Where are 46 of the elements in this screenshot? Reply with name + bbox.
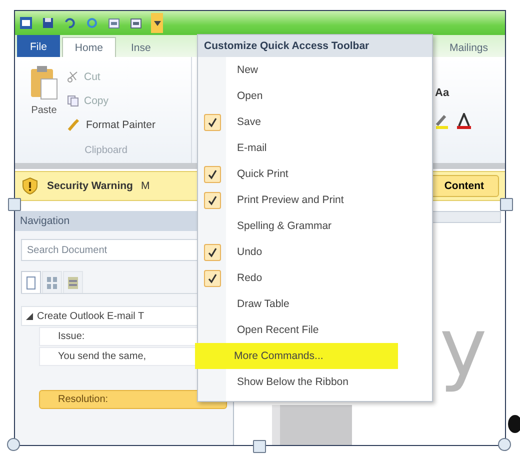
copy-icon (67, 95, 79, 107)
quick-print-icon[interactable] (129, 16, 143, 30)
document-text: y (440, 301, 487, 394)
menu-item[interactable]: More Commands... (195, 343, 398, 369)
font-size-button[interactable]: Aa (435, 87, 450, 99)
format-painter-button[interactable]: Format Painter (67, 113, 191, 137)
menu-item[interactable]: Open (198, 83, 432, 109)
menu-item[interactable]: Quick Print (198, 161, 432, 187)
ribbon-tab[interactable]: Mailings (436, 37, 501, 57)
caret-icon (154, 20, 160, 26)
save-icon[interactable] (41, 16, 55, 30)
resize-handle[interactable] (253, 440, 266, 453)
print-preview-icon[interactable] (107, 16, 121, 30)
undo-icon[interactable] (63, 16, 77, 30)
clipboard-icon (29, 65, 59, 101)
resize-handle[interactable] (498, 438, 511, 451)
scissors-icon (67, 71, 79, 83)
menu-item[interactable]: Save (198, 109, 432, 135)
collapse-triangle-icon (26, 312, 33, 320)
menu-item[interactable]: Redo (198, 265, 432, 291)
ribbon-tab[interactable]: Inse (118, 37, 164, 57)
menu-title: Customize Quick Access Toolbar (198, 35, 432, 57)
view-tab[interactable] (21, 271, 41, 293)
word-logo-icon[interactable] (19, 16, 33, 30)
dot-mark (508, 415, 520, 433)
menu-item[interactable]: New (198, 57, 432, 83)
grid-icon (46, 276, 58, 290)
view-tab[interactable] (63, 271, 83, 293)
redo-icon[interactable] (85, 16, 99, 30)
page-icon (25, 276, 37, 290)
resize-handle[interactable] (8, 198, 21, 211)
paintbrush-icon (67, 118, 81, 132)
group-label: Clipboard (84, 144, 128, 156)
menu-item[interactable]: Print Preview and Print (198, 187, 432, 213)
message-bar-title: Security Warning (47, 180, 133, 192)
resize-handle[interactable] (7, 438, 20, 451)
list-icon (67, 276, 79, 290)
menu-item[interactable]: E-mail (198, 135, 432, 161)
file-tab[interactable]: File (17, 35, 60, 57)
ribbon-tab[interactable]: Home (62, 37, 116, 57)
warning-shield-icon (21, 177, 39, 195)
customize-toolbar-button[interactable] (151, 13, 163, 33)
outline-subheading[interactable]: Resolution: (39, 390, 227, 409)
message-bar-text: M (140, 180, 150, 192)
resize-handle[interactable] (500, 198, 513, 211)
paste-button[interactable]: Paste (21, 65, 67, 137)
